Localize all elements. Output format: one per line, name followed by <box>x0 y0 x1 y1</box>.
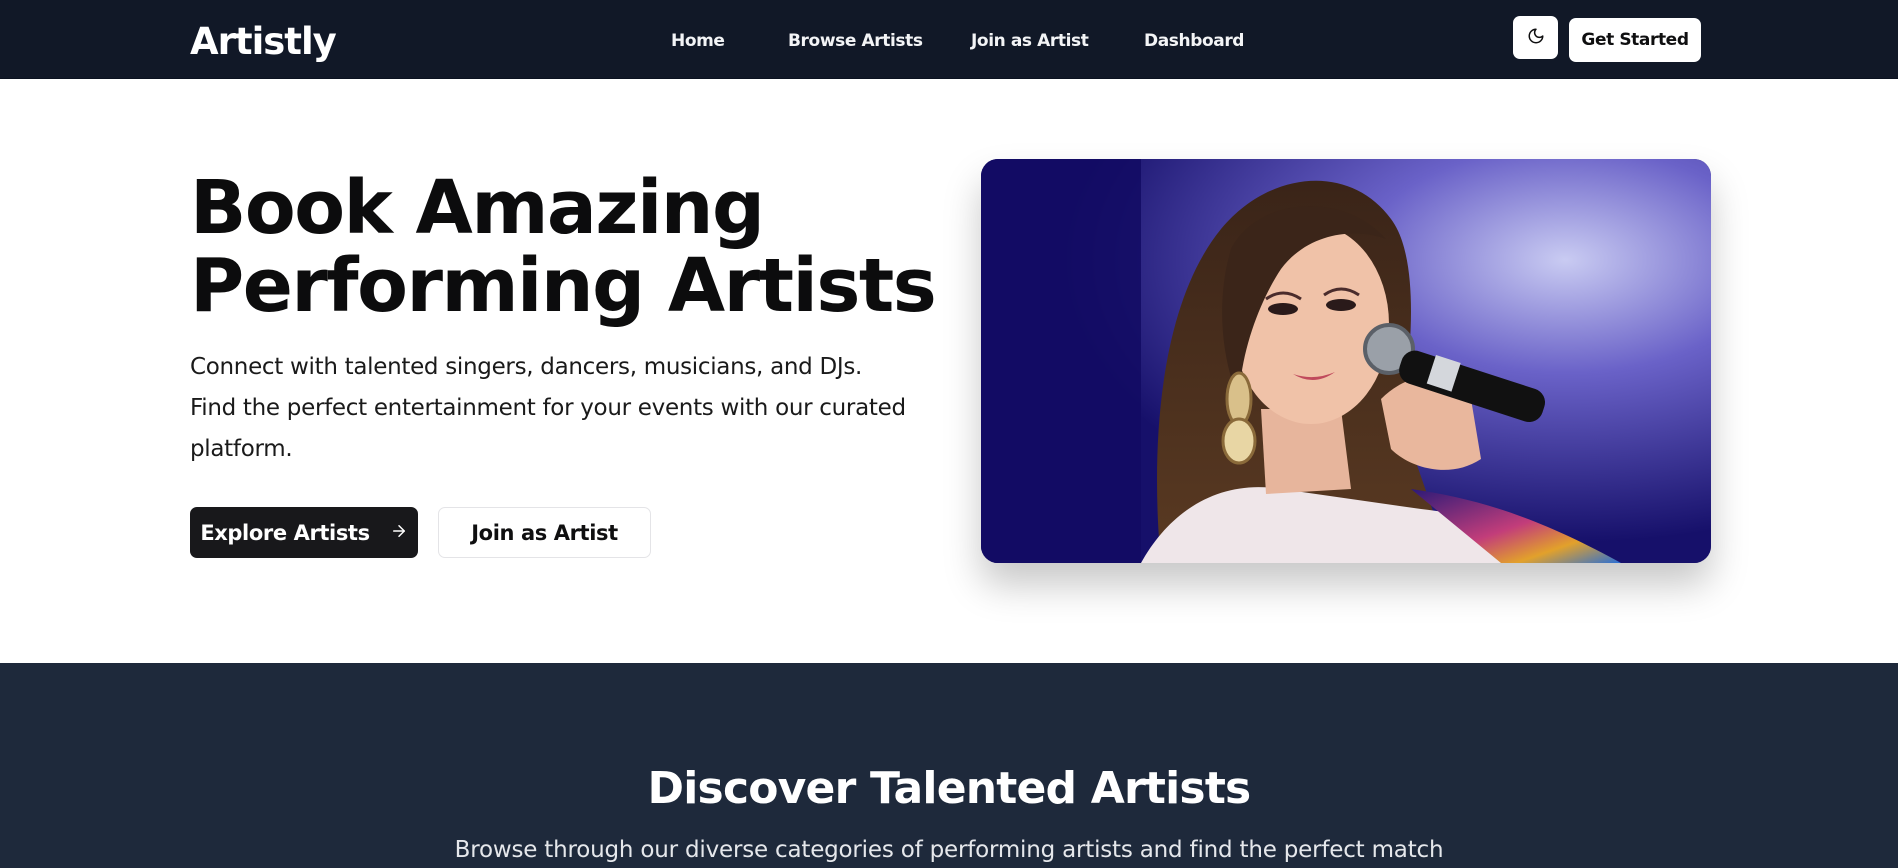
nav-link-dashboard[interactable]: Dashboard <box>1144 31 1244 51</box>
nav-link-join-as-artist[interactable]: Join as Artist <box>971 31 1089 51</box>
explore-artists-label: Explore Artists <box>200 520 370 545</box>
hero-image-performer <box>981 159 1711 563</box>
hero-description: Connect with talented singers, dancers, … <box>190 354 906 462</box>
discover-subtitle: Browse through our diverse categories of… <box>454 837 1444 863</box>
get-started-button[interactable]: Get Started <box>1569 18 1701 62</box>
arrow-right-icon <box>390 521 408 545</box>
nav-link-home[interactable]: Home <box>671 31 725 51</box>
brand-logo[interactable]: Artistly <box>190 20 337 63</box>
discover-section: Discover Talented Artists Browse through… <box>0 663 1898 868</box>
moon-icon <box>1527 27 1545 49</box>
nav-link-browse-artists[interactable]: Browse Artists <box>788 31 923 51</box>
theme-toggle-button[interactable] <box>1513 16 1558 59</box>
hero-title-line1: Book Amazing <box>190 165 765 251</box>
hero-section: Book Amazing Performing Artists Connect … <box>0 79 1898 663</box>
hero-title-line2: Performing Artists <box>190 243 937 329</box>
navbar: Artistly Home Browse Artists Join as Art… <box>0 0 1898 79</box>
join-as-artist-button[interactable]: Join as Artist <box>438 507 651 558</box>
hero-title: Book Amazing Performing Artists <box>190 169 950 325</box>
explore-artists-button[interactable]: Explore Artists <box>190 507 418 558</box>
performer-illustration <box>981 159 1711 563</box>
discover-title: Discover Talented Artists <box>647 763 1252 814</box>
